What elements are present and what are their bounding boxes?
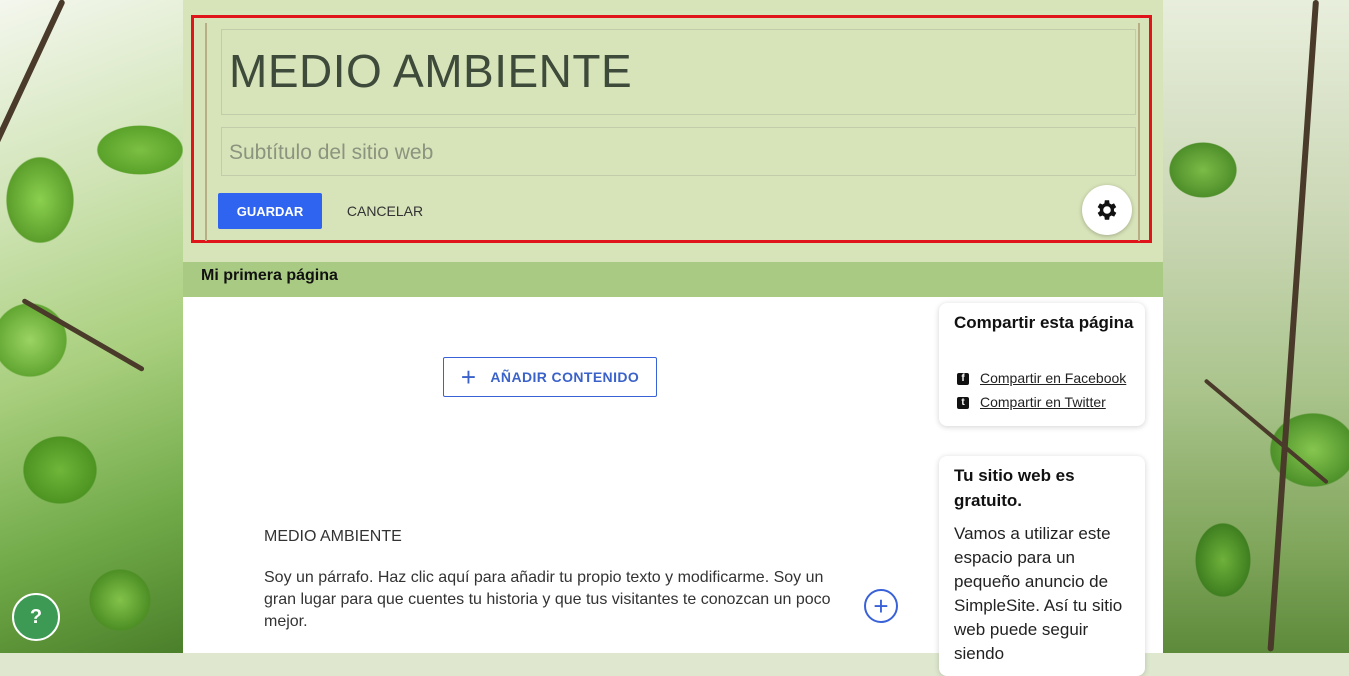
add-block-button[interactable]: +: [864, 589, 898, 623]
help-button[interactable]: ?: [12, 593, 60, 641]
page-nav-bar: Mi primera página: [183, 262, 1163, 297]
add-content-label: AÑADIR CONTENIDO: [490, 369, 640, 385]
plus-icon: +: [460, 362, 477, 392]
share-card: Compartir esta página f Compartir en Fac…: [939, 303, 1145, 426]
plus-circle-icon: +: [873, 591, 889, 621]
subtitle-placeholder: Subtítulo del sitio web: [229, 141, 434, 164]
facebook-icon: f: [957, 373, 969, 385]
share-twitter-link[interactable]: Compartir en Twitter: [980, 394, 1106, 410]
section-title[interactable]: MEDIO AMBIENTE: [264, 528, 402, 546]
save-button[interactable]: GUARDAR: [218, 193, 322, 229]
site-header: MEDIO AMBIENTE Subtítulo del sitio web G…: [183, 0, 1163, 262]
add-content-button[interactable]: + AÑADIR CONTENIDO: [443, 357, 657, 397]
free-card-title: Tu sitio web es gratuito.: [954, 466, 1075, 510]
section-paragraph[interactable]: Soy un párrafo. Haz clic aquí para añadi…: [264, 567, 834, 633]
settings-button[interactable]: [1082, 185, 1132, 235]
site-subtitle-field[interactable]: Subtítulo del sitio web: [221, 127, 1136, 176]
share-facebook-link[interactable]: Compartir en Facebook: [980, 370, 1126, 386]
free-site-card: Tu sitio web es gratuito. Vamos a utiliz…: [939, 456, 1145, 676]
free-card-body: Vamos a utilizar este espacio para un pe…: [954, 524, 1123, 663]
site-main-column: MEDIO AMBIENTE Subtítulo del sitio web G…: [183, 0, 1163, 676]
site-title: MEDIO AMBIENTE: [229, 45, 633, 97]
gear-icon: [1097, 200, 1117, 220]
background-leaves-left: [0, 0, 183, 653]
twitter-icon: t: [957, 397, 969, 409]
nav-item-mi-primera-pagina[interactable]: Mi primera página: [201, 265, 338, 287]
site-title-field[interactable]: MEDIO AMBIENTE: [221, 29, 1136, 115]
background-leaves-right: [1163, 0, 1349, 653]
cancel-button[interactable]: CANCELAR: [337, 193, 433, 229]
share-card-title: Compartir esta página: [954, 313, 1134, 332]
